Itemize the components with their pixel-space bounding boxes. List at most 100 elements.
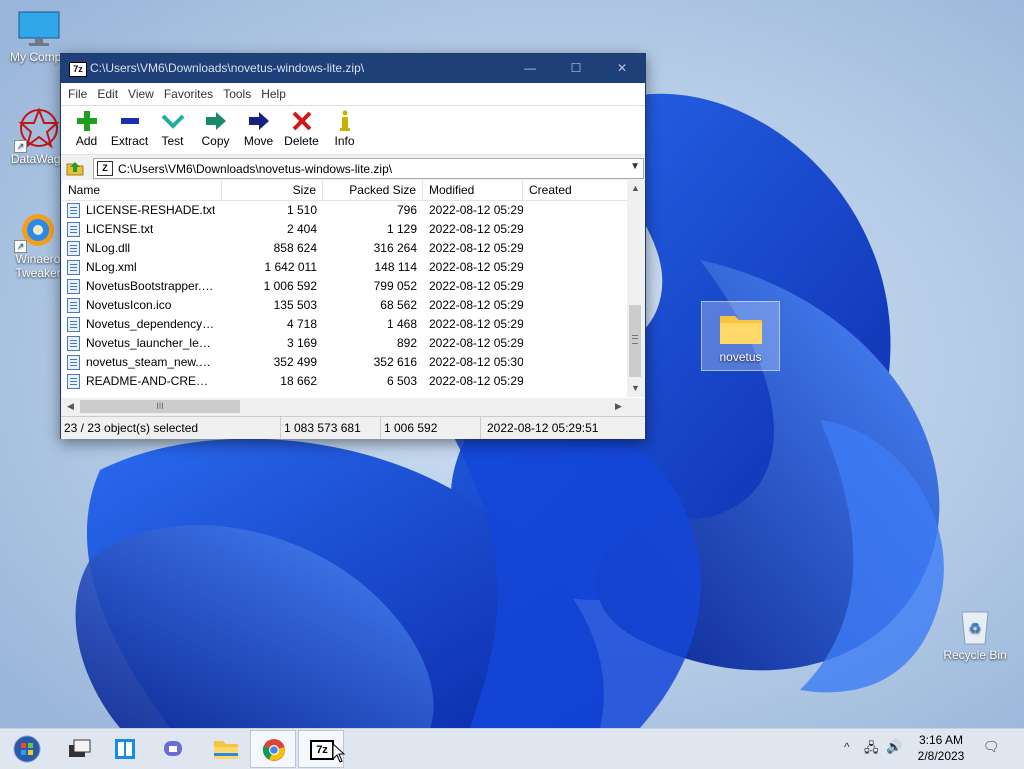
- chrome-icon: [262, 739, 285, 761]
- scroll-corner: [627, 398, 644, 415]
- status-selection: 23 / 23 object(s) selected: [61, 417, 281, 439]
- file-name: LICENSE-RESHADE.txt: [86, 203, 216, 217]
- menu-favorites[interactable]: Favorites: [159, 83, 218, 105]
- clock-time: 3:16 AM: [918, 733, 964, 747]
- file-name: NovetusIcon.ico: [86, 298, 172, 312]
- maximize-button[interactable]: ☐: [553, 54, 599, 83]
- file-created: [523, 201, 627, 220]
- file-row[interactable]: NLog.dll 858 624 316 264 2022-08-12 05:2…: [62, 239, 627, 258]
- file-packed-size: 1 129: [386, 222, 417, 236]
- close-button[interactable]: ✕: [599, 54, 645, 83]
- menu-edit[interactable]: Edit: [92, 83, 123, 105]
- title-bar[interactable]: 7z C:\Users\VM6\Downloads\novetus-window…: [61, 54, 645, 83]
- scroll-up-arrow[interactable]: ▲: [627, 180, 644, 197]
- file-size: 1 510: [286, 203, 317, 217]
- file-created: [523, 220, 627, 239]
- tray-clock[interactable]: 3:16 AM 2/8/2023: [906, 732, 976, 764]
- up-folder-icon[interactable]: [65, 159, 85, 177]
- file-size: 4 718: [286, 317, 317, 331]
- file-size: 858 624: [273, 241, 317, 255]
- file-row[interactable]: Novetus_dependency_i... 4 718 1 468 2022…: [62, 315, 627, 334]
- column-size[interactable]: Size: [222, 180, 323, 200]
- 7zip-file-manager-window: 7z C:\Users\VM6\Downloads\novetus-window…: [60, 53, 646, 439]
- file-modified: 2022-08-12 05:29: [429, 203, 523, 217]
- extract-label: Extract: [110, 134, 149, 148]
- minimize-button[interactable]: —: [507, 54, 553, 83]
- menu-tools[interactable]: Tools: [218, 83, 256, 105]
- file-row[interactable]: NLog.xml 1 642 011 148 114 2022-08-12 05…: [62, 258, 627, 277]
- zip-archive-icon: Z: [97, 161, 113, 176]
- copy-button[interactable]: Copy: [194, 106, 237, 154]
- task-view-button[interactable]: [56, 730, 102, 768]
- file-icon: [67, 222, 80, 237]
- status-date: 2022-08-12 05:29:51: [487, 421, 599, 435]
- file-packed-size: 892: [396, 336, 417, 350]
- svg-text:♻: ♻: [969, 621, 982, 637]
- file-row[interactable]: LICENSE-RESHADE.txt 1 510 796 2022-08-12…: [62, 201, 627, 220]
- network-icon[interactable]: 🖧: [864, 739, 879, 761]
- notification-icon[interactable]: 🗨: [983, 739, 1000, 755]
- file-row[interactable]: README-AND-CREDITS... 18 662 6 503 2022-…: [62, 372, 627, 391]
- file-modified: 2022-08-12 05:29: [429, 241, 523, 255]
- file-row[interactable]: NovetusIcon.ico 135 503 68 562 2022-08-1…: [62, 296, 627, 315]
- file-explorer-button[interactable]: [202, 730, 248, 768]
- horizontal-scroll-thumb[interactable]: III: [80, 400, 240, 413]
- column-name[interactable]: Name: [62, 180, 222, 200]
- file-size: 352 499: [273, 355, 317, 369]
- test-button[interactable]: Test: [151, 106, 194, 154]
- column-created[interactable]: Created: [523, 180, 627, 200]
- vertical-scroll-thumb[interactable]: [629, 305, 641, 377]
- snap-layout-button[interactable]: [102, 730, 148, 768]
- scroll-down-arrow[interactable]: ▼: [627, 380, 644, 397]
- horizontal-scrollbar[interactable]: ◀ III ▶: [62, 398, 627, 415]
- column-packed-size[interactable]: Packed Size: [323, 180, 423, 200]
- desktop-icon-recycle-bin[interactable]: ♻ Recycle Bin: [936, 606, 1014, 662]
- file-list: Name Size Packed Size Modified Created L…: [62, 180, 644, 415]
- move-button[interactable]: Move: [237, 106, 280, 154]
- delete-button[interactable]: Delete: [280, 106, 323, 154]
- toolbar: Add Extract Test Copy Move Delete Info: [61, 106, 645, 155]
- tray-chevron-icon[interactable]: ^: [844, 740, 850, 754]
- menu-file[interactable]: File: [63, 83, 92, 105]
- menu-help[interactable]: Help: [256, 83, 291, 105]
- file-packed-size: 148 114: [374, 260, 418, 274]
- start-orb-icon: [13, 735, 41, 763]
- file-row[interactable]: LICENSE.txt 2 404 1 129 2022-08-12 05:29: [62, 220, 627, 239]
- file-packed-size: 1 468: [386, 317, 417, 331]
- add-button[interactable]: Add: [65, 106, 108, 154]
- list-header: Name Size Packed Size Modified Created: [62, 180, 627, 201]
- file-row[interactable]: Novetus_launcher_lega... 3 169 892 2022-…: [62, 334, 627, 353]
- file-icon: [67, 355, 80, 370]
- file-created: [523, 315, 627, 334]
- chrome-button[interactable]: [250, 730, 296, 768]
- address-combobox[interactable]: Z C:\Users\VM6\Downloads\novetus-windows…: [93, 158, 644, 179]
- vertical-scrollbar[interactable]: ▲ ▼: [627, 180, 644, 397]
- window-title: C:\Users\VM6\Downloads\novetus-windows-l…: [90, 61, 365, 75]
- file-explorer-icon: [214, 741, 238, 759]
- file-modified: 2022-08-12 05:29: [429, 336, 523, 350]
- file-size: 3 169: [286, 336, 317, 350]
- desktop-icon-novetus-folder[interactable]: novetus: [701, 301, 780, 371]
- menu-view[interactable]: View: [123, 83, 159, 105]
- scroll-left-arrow[interactable]: ◀: [62, 398, 79, 415]
- volume-icon[interactable]: 🔊: [886, 739, 902, 755]
- chevron-down-icon[interactable]: ▼: [630, 161, 640, 172]
- info-button[interactable]: Info: [323, 106, 366, 154]
- start-button[interactable]: [4, 730, 50, 768]
- file-row[interactable]: NovetusBootstrapper.exe 1 006 592 799 05…: [62, 277, 627, 296]
- folder-icon: [719, 316, 762, 344]
- scroll-right-arrow[interactable]: ▶: [610, 398, 627, 415]
- scroll-grip-icon: [632, 335, 638, 344]
- copy-label: Copy: [201, 134, 230, 148]
- file-size: 1 642 011: [264, 260, 318, 274]
- 7zip-app-icon: 7z: [69, 62, 87, 77]
- extract-button[interactable]: Extract: [108, 106, 151, 154]
- file-modified: 2022-08-12 05:29: [429, 317, 523, 331]
- delete-label: Delete: [284, 134, 319, 148]
- status-packed-size: 1 006 592: [381, 417, 481, 439]
- file-row[interactable]: novetus_steam_new.png 352 499 352 616 20…: [62, 353, 627, 372]
- teams-chat-button[interactable]: [150, 730, 196, 768]
- file-modified: 2022-08-12 05:29: [429, 260, 523, 274]
- file-name: Novetus_launcher_lega...: [86, 336, 216, 350]
- column-modified[interactable]: Modified: [423, 180, 523, 200]
